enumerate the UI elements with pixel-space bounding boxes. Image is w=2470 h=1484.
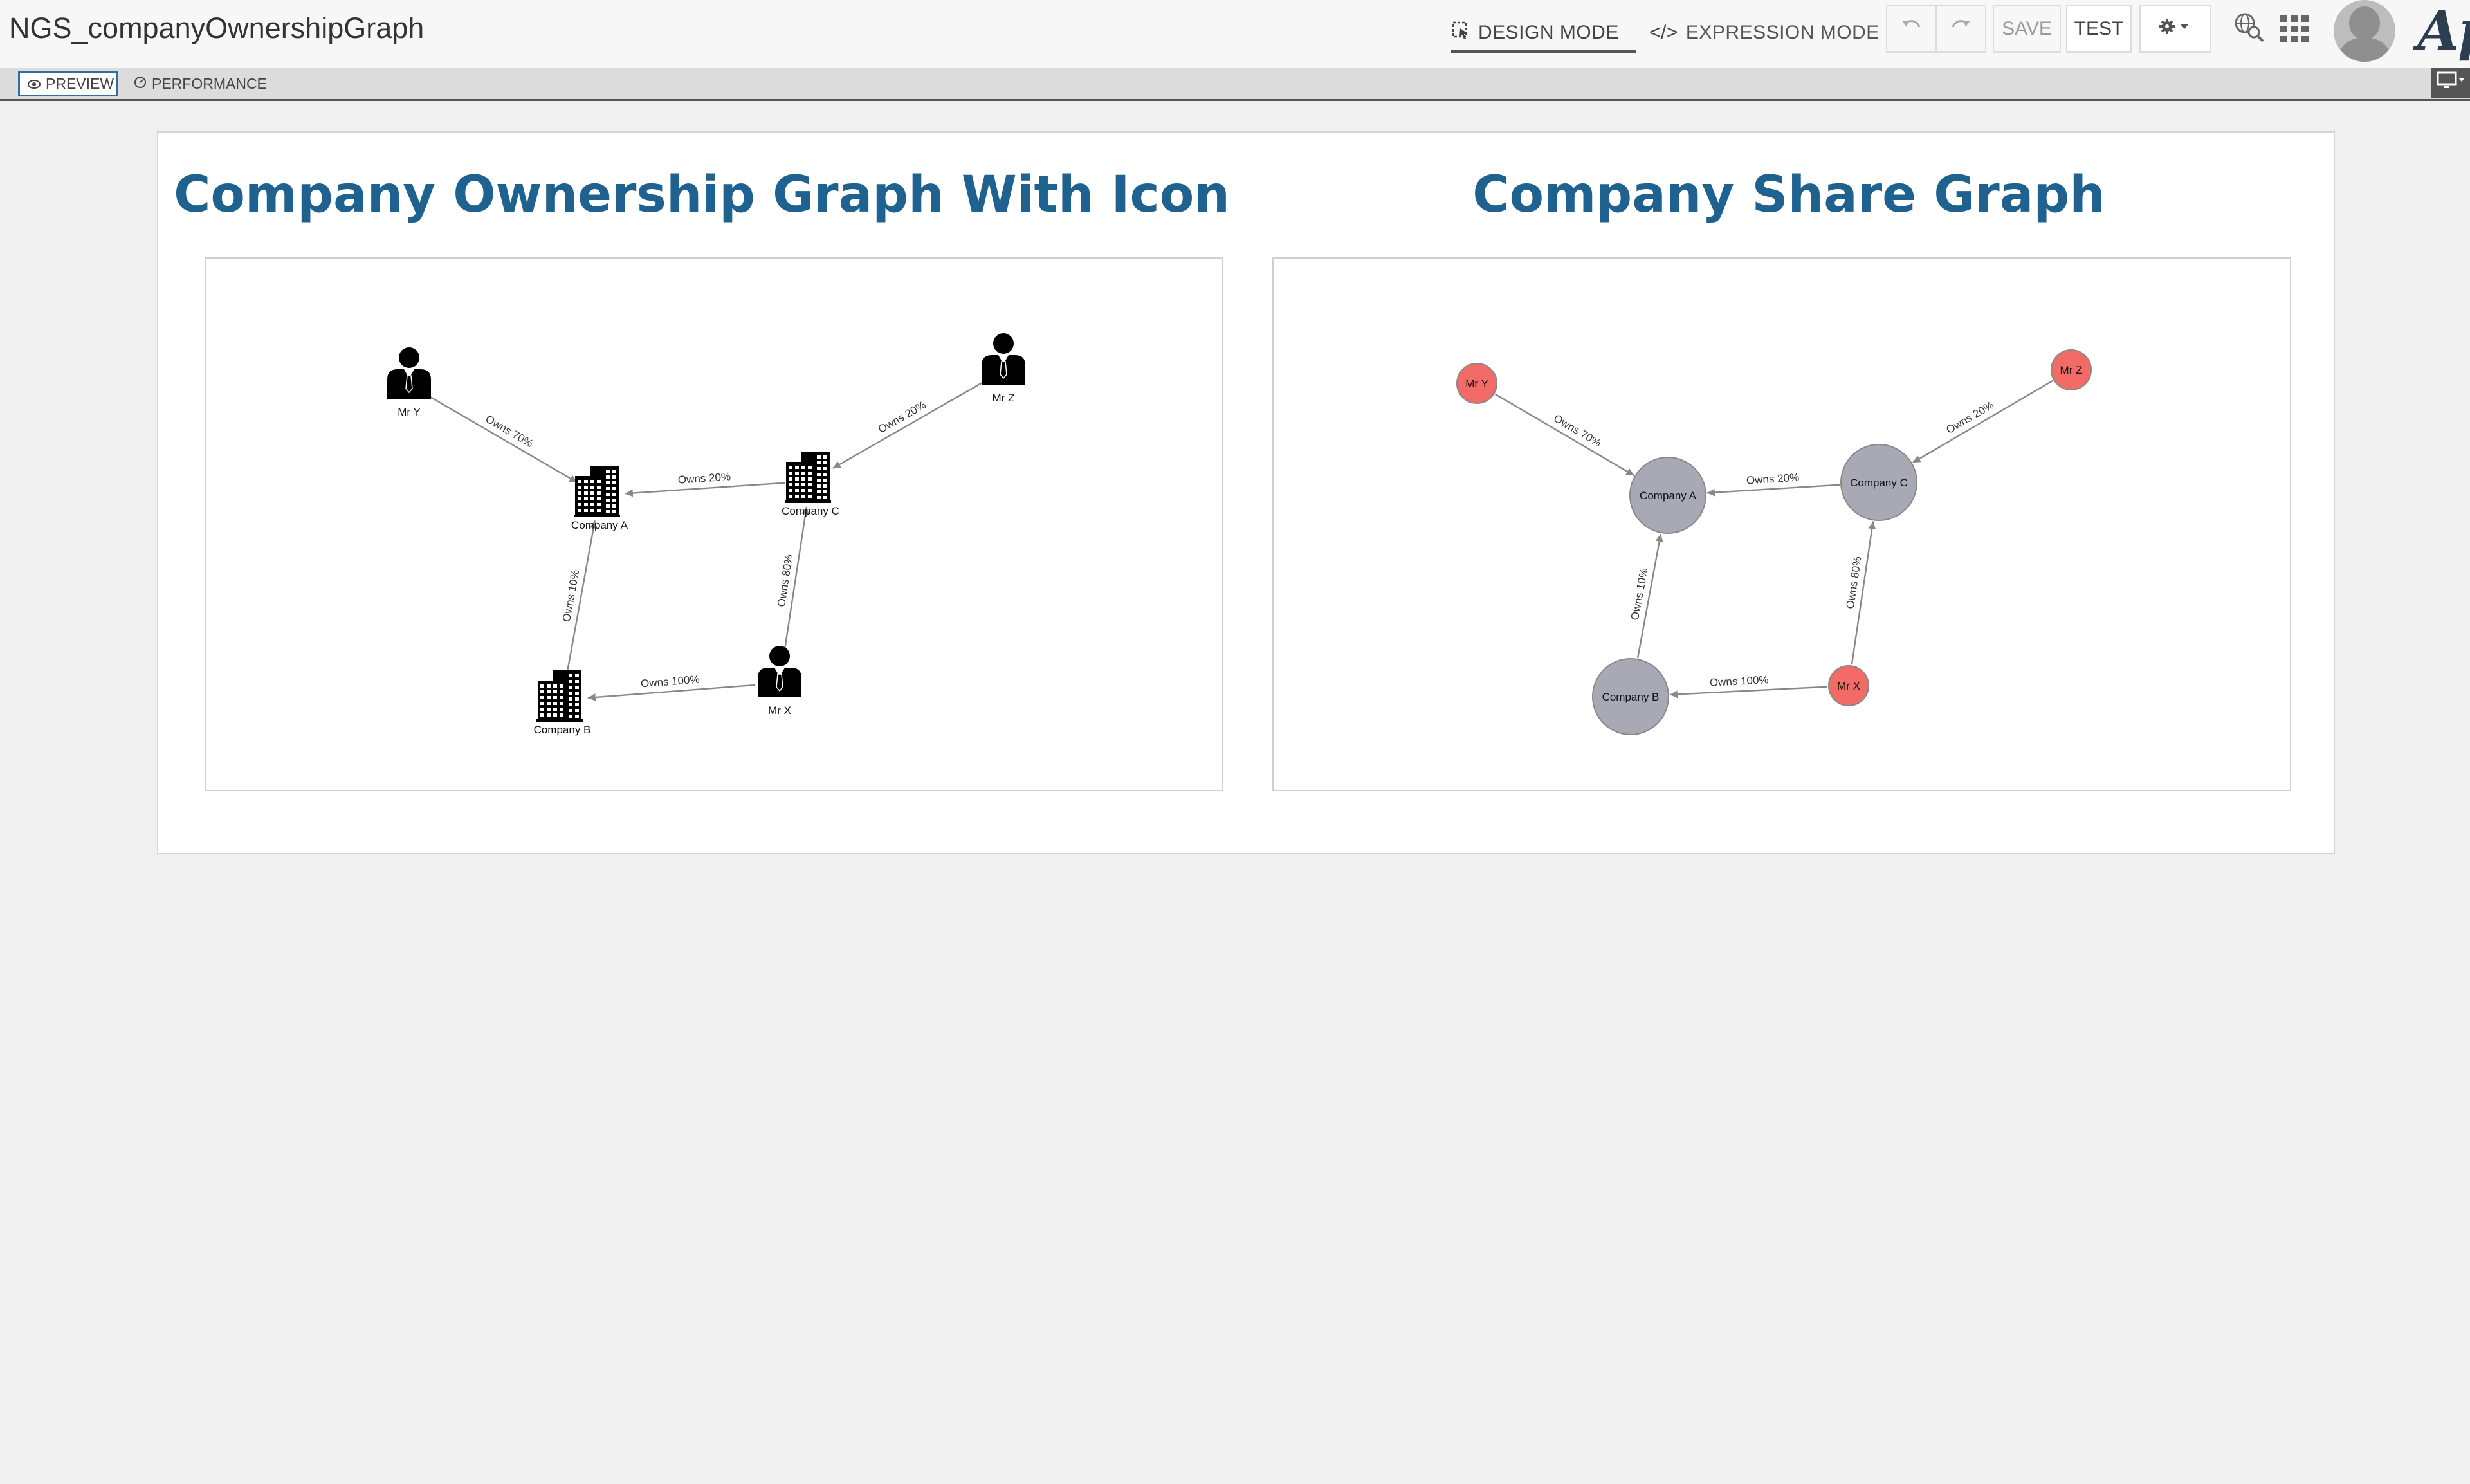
share-graph-panel[interactable]: Owns 70% Owns 20% Owns 20% Owns 10% Owns 80%… (1272, 257, 2291, 791)
tab-preview-label: PREVIEW (46, 75, 114, 92)
graph2-title: Company Share Graph (1472, 166, 2105, 224)
node-label-ca: Company A (1640, 490, 1697, 502)
edge-label: Owns 10% (1629, 567, 1651, 621)
expression-mode-button[interactable]: </> EXPRESSION MODE (1649, 15, 1880, 50)
node-label-cc: Company C (782, 505, 839, 517)
redo-button[interactable] (1936, 5, 1986, 53)
design-mode-icon (1451, 21, 1470, 45)
app-title: NGS_companyOwnershipGraph (9, 12, 425, 44)
node-label-mrz: Mr Z (2060, 364, 2083, 376)
view-tabs-bar: PREVIEW PERFORMANCE (0, 68, 2470, 101)
node-label-ca: Company A (571, 519, 628, 531)
node-label-cc: Company C (1850, 477, 1908, 489)
edge-label: Owns 20% (876, 399, 928, 435)
edge-mrz-cc (832, 381, 983, 470)
edge-label: Owns 10% (560, 569, 581, 623)
edge-label: Owns 20% (1746, 472, 1799, 487)
test-button[interactable]: TEST (2066, 5, 2132, 53)
code-icon: </> (1649, 22, 1678, 43)
ownership-graph-panel[interactable]: Owns 70% Owns 20% Owns 20% Owns 10% Owns 80%… (205, 257, 1223, 791)
app-header: NGS_companyOwnershipGraph DESIGN MODE </… (0, 0, 2470, 69)
save-button[interactable]: SAVE (1993, 5, 2061, 53)
device-preview-button[interactable] (2431, 68, 2470, 98)
person-icon-mrz[interactable] (982, 333, 1025, 385)
edge-label: Owns 70% (483, 413, 535, 450)
redo-icon (1950, 18, 1972, 40)
building-icon-ca[interactable] (574, 466, 620, 517)
edge-label: Owns 20% (677, 470, 731, 486)
tab-performance-label: PERFORMANCE (152, 75, 267, 92)
edge-cc-ca (625, 482, 785, 497)
share-graph-svg: Owns 70% Owns 20%Owns 20%Owns 10% Owns 80%… (1456, 349, 2092, 735)
graph1-title: Company Ownership Graph With Icon (174, 166, 1230, 224)
edge-label: Owns 70% (1551, 412, 1604, 450)
edge-mry-ca (430, 396, 578, 483)
node-label-mrz: Mr Z (993, 392, 1015, 404)
gauge-icon (134, 75, 147, 93)
expression-mode-label: EXPRESSION MODE (1685, 22, 1880, 43)
gear-icon (2159, 17, 2192, 41)
edge-mrz-cc (1912, 380, 2054, 464)
edge-mry-ca (1494, 393, 1634, 477)
node-label-mrx: Mr X (768, 704, 791, 717)
content-card: Company Ownership Graph With Icon Compan… (157, 131, 2335, 854)
node-label-mrx: Mr X (1837, 680, 1860, 692)
design-mode-button[interactable]: DESIGN MODE (1451, 15, 1636, 53)
edge-label: Owns 20% (1944, 399, 1996, 436)
user-avatar[interactable] (2334, 0, 2395, 62)
monitor-icon (2437, 71, 2465, 95)
person-icon-mry[interactable] (387, 347, 431, 399)
undo-button[interactable] (1886, 5, 1936, 53)
building-icon-cc[interactable] (785, 452, 831, 503)
edge-cc-ca (1706, 484, 1840, 497)
edge-label: Owns 100% (1709, 673, 1769, 689)
edge-label: Owns 100% (640, 673, 700, 690)
tab-performance[interactable]: PERFORMANCE (126, 71, 275, 96)
node-label-mry: Mr Y (398, 406, 421, 418)
settings-menu-button[interactable] (2139, 5, 2211, 53)
building-icon-cb[interactable] (536, 670, 583, 722)
design-mode-label: DESIGN MODE (1478, 22, 1619, 43)
person-icon-mrx[interactable] (758, 646, 801, 697)
globe-search-icon[interactable] (2232, 10, 2265, 47)
node-label-cb: Company B (1602, 691, 1660, 703)
eye-icon (28, 75, 41, 93)
edge-mrx-cb (1669, 686, 1828, 699)
tab-preview[interactable]: PREVIEW (18, 71, 118, 96)
node-label-cb: Company B (534, 724, 591, 736)
ownership-graph-svg: Owns 70% Owns 20%Owns 20%Owns 10% Owns 80%… (387, 333, 1025, 736)
brand-logo: App (2417, 0, 2470, 62)
node-label-mry: Mr Y (1465, 378, 1488, 390)
app-launcher-grid-icon[interactable] (2278, 14, 2312, 48)
undo-icon (1900, 18, 1922, 40)
